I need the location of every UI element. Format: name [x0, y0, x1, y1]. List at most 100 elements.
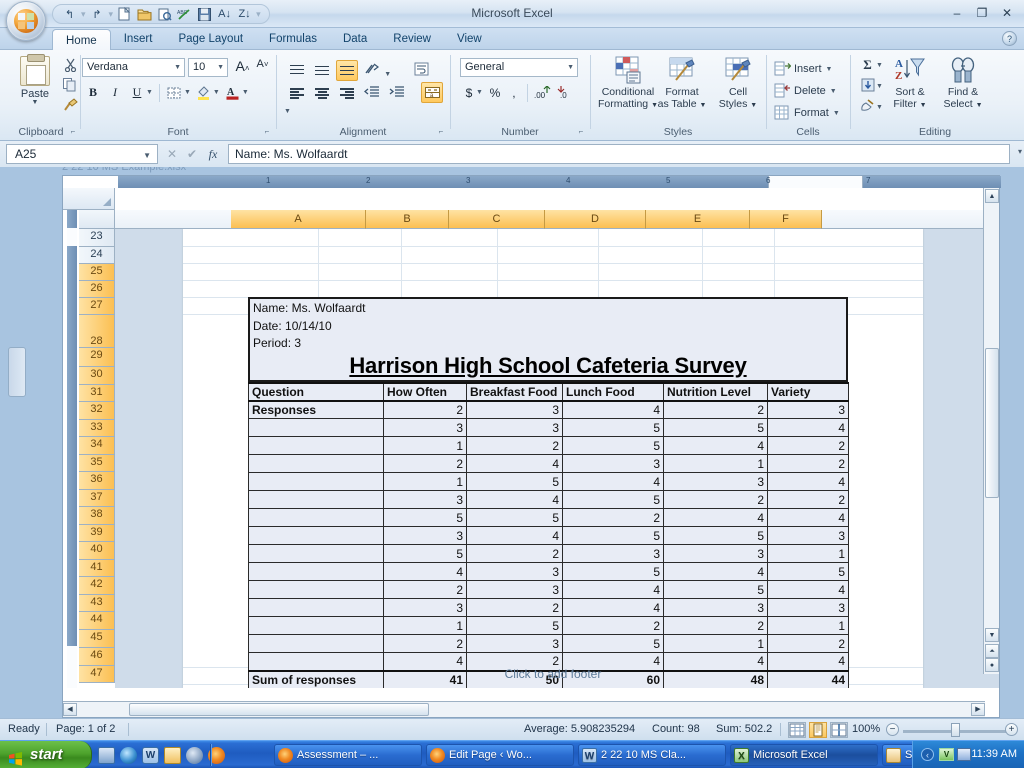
taskbar-button-edit-page[interactable]: Edit Page ‹ Wo... — [426, 744, 574, 766]
cell[interactable]: 4 — [383, 562, 467, 581]
delete-cells-button[interactable]: Delete ▼ — [774, 80, 839, 102]
cell[interactable]: 3 — [767, 598, 849, 617]
row-header-34[interactable]: 34 — [79, 437, 115, 455]
align-middle-button[interactable] — [311, 60, 333, 81]
cell[interactable] — [248, 526, 384, 545]
row-header-38[interactable]: 38 — [79, 507, 115, 525]
tab-page-layout[interactable]: Page Layout — [165, 28, 256, 50]
cell[interactable]: 4 — [562, 598, 664, 617]
cell[interactable]: 1 — [767, 616, 849, 635]
row-header-33[interactable]: 33 — [79, 420, 115, 437]
cell[interactable]: 3 — [466, 580, 563, 599]
cell[interactable]: 4 — [562, 400, 664, 419]
cell[interactable]: 5 — [562, 562, 664, 581]
vertical-scrollbar[interactable]: ▲ ▼ ⏶ ● — [983, 188, 999, 674]
show-hidden-icons-icon[interactable]: ‹ — [921, 748, 934, 761]
row-header-45[interactable]: 45 — [79, 630, 115, 648]
wrap-text-button[interactable] — [410, 58, 432, 79]
comma-style-button[interactable]: , — [505, 82, 523, 103]
font-color-dropdown-icon[interactable]: ▼ — [242, 89, 249, 96]
close-button[interactable]: ✕ — [996, 4, 1018, 21]
tab-review[interactable]: Review — [380, 28, 444, 50]
row-header-40[interactable]: 40 — [79, 542, 115, 560]
cell[interactable]: 3 — [562, 544, 664, 563]
scroll-right-icon[interactable]: ▶ — [971, 703, 985, 716]
decrease-decimal-button[interactable]: .0 — [554, 82, 576, 103]
network-icon[interactable] — [957, 748, 971, 761]
align-right-button[interactable] — [336, 83, 358, 104]
volume-icon[interactable]: V — [939, 748, 954, 761]
taskbar-button-assessment[interactable]: Assessment – ... — [274, 744, 422, 766]
survey-table[interactable]: Name: Ms. Wolfaardt Date: 10/14/10 Perio… — [248, 297, 849, 688]
row-header-43[interactable]: 43 — [79, 595, 115, 612]
table-row[interactable]: 32433 — [248, 598, 849, 617]
merge-dropdown-icon[interactable]: ▼ — [284, 108, 291, 115]
column-header-b[interactable]: B — [366, 210, 449, 229]
cell[interactable] — [248, 436, 384, 455]
cell[interactable]: 2 — [767, 454, 849, 473]
cell[interactable]: 4 — [767, 472, 849, 491]
cell[interactable]: 1 — [383, 472, 467, 491]
underline-dropdown-icon[interactable]: ▼ — [146, 89, 153, 96]
show-desktop-icon[interactable] — [98, 746, 115, 764]
cell[interactable]: 3 — [383, 526, 467, 545]
select-all-button[interactable] — [63, 188, 115, 210]
name-box[interactable]: A25 ▼ — [6, 144, 158, 164]
cell[interactable]: 4 — [466, 490, 563, 509]
internet-explorer-icon[interactable] — [120, 746, 137, 764]
cell[interactable]: 2 — [767, 634, 849, 653]
font-color-button[interactable]: A — [222, 82, 244, 103]
cell[interactable]: 4 — [466, 526, 563, 545]
cell[interactable]: 4 — [767, 580, 849, 599]
cell[interactable]: 3 — [663, 544, 768, 563]
vertical-scroll-thumb[interactable] — [985, 348, 999, 498]
cell[interactable]: 3 — [663, 598, 768, 617]
cell[interactable]: 2 — [663, 400, 768, 419]
tab-view[interactable]: View — [444, 28, 495, 50]
page-layout-page[interactable]: Name: Ms. Wolfaardt Date: 10/14/10 Perio… — [183, 229, 923, 688]
table-row[interactable]: 12542 — [248, 436, 849, 455]
zoom-in-button[interactable]: + — [1005, 723, 1018, 736]
table-row[interactable]: 55244 — [248, 508, 849, 527]
taskbar-button-word-doc[interactable]: W 2 22 10 MS Cla... — [578, 744, 726, 766]
cell[interactable] — [248, 508, 384, 527]
qat-customize-icon[interactable]: ▾ — [255, 9, 262, 20]
cut-button[interactable] — [60, 58, 80, 77]
cell[interactable]: 3 — [466, 562, 563, 581]
italic-button[interactable]: I — [104, 82, 126, 103]
row-header-39[interactable]: 39 — [79, 525, 115, 542]
table-row[interactable]: 43545 — [248, 562, 849, 581]
cell[interactable]: 3 — [663, 472, 768, 491]
grow-font-icon[interactable]: A˄ — [232, 58, 253, 77]
zoom-out-button[interactable]: − — [886, 723, 899, 736]
cell[interactable]: 4 — [663, 562, 768, 581]
restore-button[interactable]: ❐ — [971, 4, 993, 21]
sort-descending-icon[interactable]: Z↓ — [235, 6, 254, 23]
cell[interactable]: 5 — [466, 472, 563, 491]
row-header-37[interactable]: 37 — [79, 490, 115, 507]
office-button[interactable] — [6, 1, 46, 41]
increase-decimal-button[interactable]: .00 — [532, 82, 554, 103]
table-row[interactable]: 23512 — [248, 634, 849, 653]
survey-data-table[interactable]: Question How Often Breakfast Food Lunch … — [248, 381, 849, 688]
row-header-25[interactable]: 25 — [79, 264, 115, 281]
cell[interactable]: 5 — [562, 490, 664, 509]
cell[interactable]: 2 — [767, 436, 849, 455]
increase-indent-button[interactable] — [386, 82, 408, 103]
cell[interactable]: 5 — [562, 418, 664, 437]
clipboard-dialog-launcher[interactable]: ⌐ — [68, 127, 78, 137]
autosum-button[interactable]: Σ — [858, 57, 877, 77]
scroll-left-icon[interactable]: ◀ — [63, 703, 77, 716]
fill-color-dropdown-icon[interactable]: ▼ — [213, 89, 220, 96]
previous-page-icon[interactable]: ⏶ — [985, 644, 999, 658]
cell[interactable] — [248, 598, 384, 617]
alignment-dialog-launcher[interactable]: ⌐ — [436, 127, 446, 137]
cell[interactable]: 3 — [466, 418, 563, 437]
percent-style-button[interactable]: % — [485, 82, 505, 103]
cell[interactable]: 5 — [663, 526, 768, 545]
delete-dropdown-icon[interactable]: ▼ — [830, 88, 837, 95]
cell[interactable]: 3 — [767, 526, 849, 545]
column-header-a[interactable]: A — [231, 210, 366, 229]
open-icon[interactable] — [135, 6, 154, 23]
table-row[interactable]: 33554 — [248, 418, 849, 437]
